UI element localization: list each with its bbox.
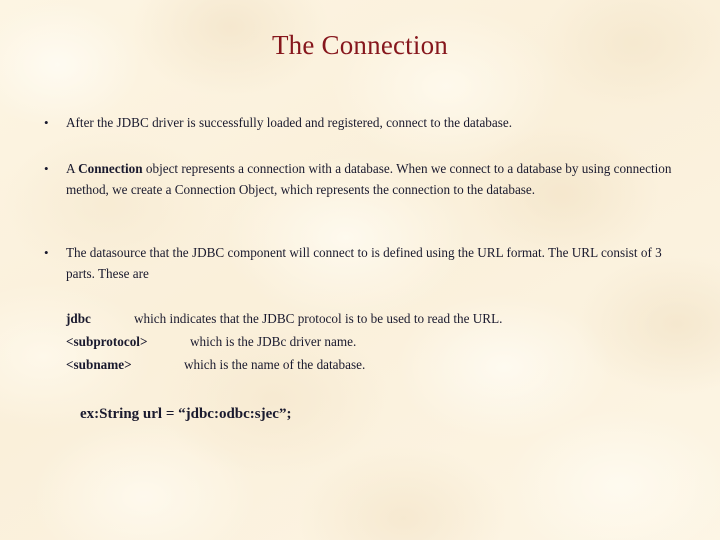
definition-description-subprotocol: which is the JDBc driver name. (190, 334, 357, 349)
bullet-item-3: • The datasource that the JDBC component… (38, 243, 686, 284)
bullet-marker-icon: • (44, 161, 49, 176)
example-code-line: ex:String url = “jdbc:odbc:sjec”; (80, 406, 292, 422)
bullet-text-1: After the JDBC driver is successfully lo… (66, 113, 638, 134)
bullet-1-lead: After the JDBC driver is successfully lo… (66, 115, 513, 130)
definition-term-subname: <subname> (66, 357, 132, 372)
bullet-2-bold: Connection (78, 161, 143, 176)
bullet-item-1: • After the JDBC driver is successfully … (38, 113, 638, 134)
definition-description-subname: which is the name of the database. (184, 357, 366, 372)
bullet-text-2: A Connection object represents a connect… (66, 159, 683, 200)
bullet-2-tail: object represents a connection with a da… (66, 161, 672, 197)
bullet-marker-icon: • (44, 245, 49, 260)
definition-term-jdbc: jdbc (66, 311, 91, 326)
bullet-marker-icon: • (44, 115, 49, 130)
bullet-item-2: • A Connection object represents a conne… (38, 159, 683, 200)
slide-canvas: The Connection • After the JDBC driver i… (0, 0, 720, 540)
definition-item-jdbc: jdbc which indicates that the JDBC proto… (66, 309, 502, 329)
bullet-3-lead: The datasource that the JDBC component w… (66, 245, 662, 281)
definition-term-subprotocol: <subprotocol> (66, 334, 148, 349)
definition-description-jdbc: which indicates that the JDBC protocol i… (134, 311, 503, 326)
page-title: The Connection (271, 30, 448, 60)
bullet-text-3: The datasource that the JDBC component w… (66, 243, 686, 284)
bullet-2-lead: A (66, 161, 79, 176)
definition-item-subname: <subname> which is the name of the datab… (66, 355, 365, 375)
definition-item-subprotocol: <subprotocol> which is the JDBc driver n… (66, 332, 356, 352)
